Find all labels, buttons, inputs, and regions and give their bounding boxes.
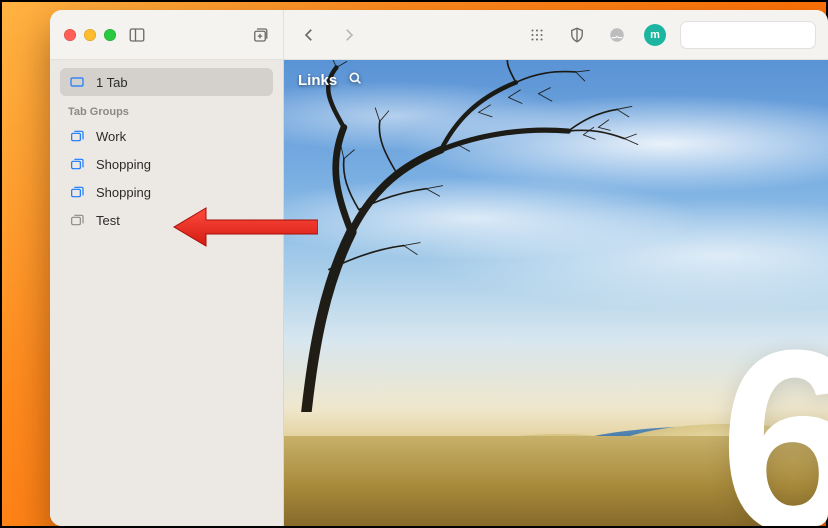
links-section[interactable]: Links xyxy=(298,70,363,90)
sidebar-toolbar xyxy=(50,10,284,59)
start-page-grid-icon[interactable] xyxy=(524,23,550,47)
main-toolbar: m xyxy=(284,10,828,59)
links-label: Links xyxy=(298,72,337,89)
tab-group-empty-icon xyxy=(68,212,86,228)
toolbar: m xyxy=(50,10,828,60)
start-page: 6 Links xyxy=(284,60,828,526)
sidebar: 1 Tab Tab Groups Work Shopping xyxy=(50,60,284,526)
tab-group-shopping-2[interactable]: Shopping xyxy=(60,178,273,206)
tab-group-label: Work xyxy=(96,129,126,144)
zoom-window-button[interactable] xyxy=(104,29,116,41)
icloud-tabs-icon[interactable] xyxy=(604,23,630,47)
sidebar-current-tabs-label: 1 Tab xyxy=(96,75,128,90)
back-button[interactable] xyxy=(296,23,322,47)
profile-avatar[interactable]: m xyxy=(644,24,666,46)
tab-group-label: Shopping xyxy=(96,185,151,200)
tab-group-shopping-1[interactable]: Shopping xyxy=(60,150,273,178)
window-controls xyxy=(64,29,116,41)
tab-icon xyxy=(68,74,86,90)
toggle-sidebar-button[interactable] xyxy=(124,23,150,47)
sidebar-current-tabs[interactable]: 1 Tab xyxy=(60,68,273,96)
address-bar[interactable] xyxy=(680,21,816,49)
safari-window: m 1 Tab Tab Groups Work xyxy=(50,10,828,526)
background-number: 6 xyxy=(719,312,828,526)
avatar-initial: m xyxy=(650,29,660,41)
close-window-button[interactable] xyxy=(64,29,76,41)
desktop-background: m 1 Tab Tab Groups Work xyxy=(0,0,828,528)
tab-group-test[interactable]: Test xyxy=(60,206,273,234)
search-icon[interactable] xyxy=(347,70,363,90)
tab-groups-header: Tab Groups xyxy=(60,96,273,122)
privacy-report-icon[interactable] xyxy=(564,23,590,47)
minimize-window-button[interactable] xyxy=(84,29,96,41)
tab-group-label: Shopping xyxy=(96,157,151,172)
forward-button[interactable] xyxy=(336,23,362,47)
tab-group-icon xyxy=(68,156,86,172)
tab-group-work[interactable]: Work xyxy=(60,122,273,150)
tab-group-icon xyxy=(68,128,86,144)
tab-group-label: Test xyxy=(96,213,120,228)
new-tab-group-button[interactable] xyxy=(247,23,273,47)
tab-group-icon xyxy=(68,184,86,200)
